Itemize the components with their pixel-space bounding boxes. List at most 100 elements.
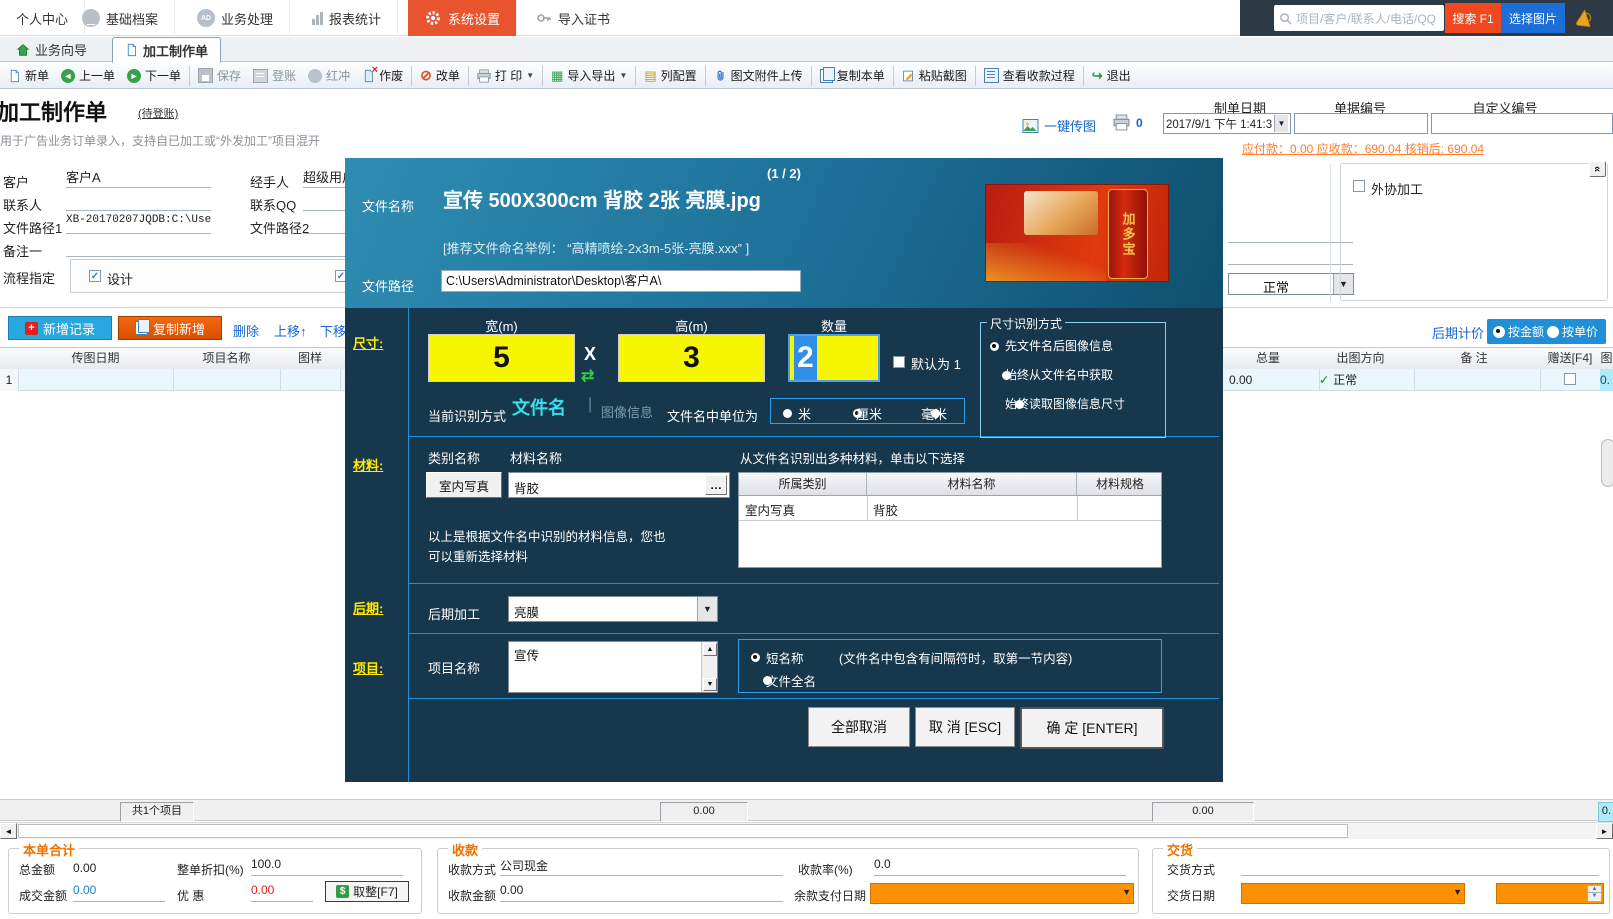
scroll-thumb[interactable] xyxy=(18,824,1348,838)
receipt-rate-field[interactable]: 0.0 xyxy=(874,857,1126,876)
col-remark[interactable]: 备 注 xyxy=(1408,348,1541,369)
save-button[interactable]: 保存 xyxy=(192,63,247,88)
material-table-row[interactable]: 室内写真 背胶 xyxy=(739,496,1161,521)
current-recog-alt[interactable]: 图像信息 xyxy=(601,402,653,421)
cell-picture[interactable] xyxy=(280,369,341,391)
add-record-button[interactable]: + 新增记录 xyxy=(8,316,112,340)
void-button[interactable]: × 作废 xyxy=(356,63,409,88)
spinner-down-icon[interactable]: ▼ xyxy=(1587,892,1602,902)
collapse-button[interactable]: « xyxy=(1589,161,1606,177)
cell-upload-date[interactable] xyxy=(18,369,174,391)
price-by-unit-radio[interactable] xyxy=(1547,326,1559,338)
paste-screenshot-button[interactable]: 粘贴截图 xyxy=(896,63,973,88)
material-input[interactable]: 背胶 … xyxy=(508,472,730,498)
col-project-name[interactable]: 项目名称 xyxy=(173,348,281,369)
col-gift[interactable]: 赠送[F4] xyxy=(1540,348,1601,369)
scroll-right-button[interactable]: ► xyxy=(1596,823,1613,839)
col-upload-date[interactable]: 传图日期 xyxy=(18,348,174,369)
delivery-method-field[interactable] xyxy=(1241,857,1599,876)
modify-order-button[interactable]: ⊘ 改单 xyxy=(414,63,466,88)
delivery-time-spinner[interactable]: ▲ ▼ xyxy=(1496,883,1604,904)
col-picture[interactable]: 图样 xyxy=(280,348,341,369)
scroll-down-icon[interactable]: ▼ xyxy=(703,678,717,691)
print-count[interactable]: 0 xyxy=(1113,114,1143,131)
column-config-button[interactable]: ▤ 列配置 xyxy=(638,63,702,88)
col-output-direction[interactable]: 出图方向 xyxy=(1313,348,1409,369)
scroll-up-icon[interactable]: ▲ xyxy=(703,643,717,656)
cell-extra[interactable]: 0. xyxy=(1600,369,1613,391)
search-button[interactable]: 搜索 F1 xyxy=(1445,3,1501,33)
default-one-checkbox[interactable] xyxy=(893,356,905,368)
project-name-textarea[interactable]: 宣传 ▲ ▼ xyxy=(508,641,718,693)
next-order-button[interactable]: ► 下一单 xyxy=(121,63,187,88)
balance-date-dropdown[interactable]: ▼ xyxy=(870,883,1134,904)
short-name-radio[interactable] xyxy=(751,653,760,662)
red-flush-button[interactable]: 红冲 xyxy=(302,63,356,88)
horn-icon[interactable] xyxy=(1572,5,1598,34)
cell-total-qty[interactable]: 0.00 xyxy=(1223,369,1320,391)
note1-field[interactable] xyxy=(66,237,356,257)
gift-checkbox[interactable] xyxy=(1564,373,1576,385)
print-button[interactable]: 打 印 ▼ xyxy=(471,63,540,88)
col-total-qty[interactable]: 总量 xyxy=(1223,348,1314,369)
mat-col-name[interactable]: 材料名称 xyxy=(867,473,1077,495)
floating-scroll-pill[interactable] xyxy=(1601,439,1613,487)
post-account-button[interactable]: 登账 xyxy=(247,63,302,88)
file-thumbnail[interactable]: 加多宝 xyxy=(985,184,1169,282)
unit-m-radio[interactable] xyxy=(783,409,792,418)
view-payment-button[interactable]: 查看收款过程 xyxy=(978,63,1081,88)
material-picker-button[interactable]: … xyxy=(705,475,727,495)
tab-business-wizard[interactable]: 业务向导 xyxy=(4,37,99,62)
status-dropdown[interactable]: 正常 ▼ xyxy=(1228,273,1354,295)
category-button[interactable]: 室内写真 xyxy=(426,472,502,498)
receipt-amount-field[interactable]: 0.00 xyxy=(500,883,783,902)
cancel-all-button[interactable]: 全部取消 xyxy=(808,707,910,747)
file-path-input[interactable]: C:\Users\Administrator\Desktop\客户A\ xyxy=(441,270,801,292)
menu-import-certificate[interactable]: 导入证书 xyxy=(520,0,626,36)
post-process-dropdown[interactable]: 亮膜 ▼ xyxy=(508,596,718,622)
menu-system-settings[interactable]: 系统设置 xyxy=(408,0,517,36)
deal-amount-field[interactable]: 0.00 xyxy=(73,883,165,902)
one-key-send-button[interactable]: 一键传图 xyxy=(1022,116,1096,135)
outsource-checkbox[interactable] xyxy=(1353,180,1365,192)
right-field-2[interactable] xyxy=(1228,264,1353,265)
mat-col-category[interactable]: 所属类别 xyxy=(739,473,867,495)
exit-button[interactable]: ↪ 退出 xyxy=(1086,63,1137,88)
path1-field[interactable]: XB-20170207JQDB:C:\Users xyxy=(66,214,211,234)
col-rownum[interactable] xyxy=(0,348,19,369)
off-field[interactable]: 0.00 xyxy=(251,883,313,902)
mat-col-spec[interactable]: 材料规格 xyxy=(1077,473,1163,495)
delete-link[interactable]: 删除 xyxy=(233,321,259,340)
customer-field[interactable]: 客户A xyxy=(66,167,211,188)
cancel-button[interactable]: 取 消 [ESC] xyxy=(915,707,1015,747)
cell-project-name[interactable] xyxy=(173,369,281,391)
global-search-input[interactable]: 项目/客户/联系人/电话/QQ xyxy=(1274,5,1444,31)
doc-no-input[interactable] xyxy=(1294,113,1428,134)
recog-radio-1[interactable] xyxy=(990,342,999,351)
cell-remark[interactable] xyxy=(1408,369,1541,391)
flow-design-checkbox[interactable]: ✓ xyxy=(89,270,101,282)
h-scrollbar[interactable]: ◄ ► xyxy=(0,822,1613,839)
current-recog-value[interactable]: 文件名 xyxy=(512,394,566,420)
cell-gift[interactable] xyxy=(1540,369,1601,391)
date-input[interactable]: 2017/9/1 下午 1:41:3 ▼ xyxy=(1163,113,1291,134)
copy-add-button[interactable]: 复制新增 xyxy=(118,316,222,340)
custom-no-input[interactable] xyxy=(1431,113,1613,134)
textarea-scrollbar[interactable]: ▲ ▼ xyxy=(701,642,717,692)
qty-input[interactable]: 2 xyxy=(788,334,880,382)
receipt-method-field[interactable]: 公司现金 xyxy=(500,857,783,876)
menu-base-archives[interactable]: 基础档案 xyxy=(66,0,175,36)
height-input[interactable]: 3 xyxy=(618,334,765,382)
swap-icon[interactable]: ⇄ xyxy=(581,366,594,386)
tab-work-order[interactable]: 加工制作单 xyxy=(112,37,221,63)
price-by-amount-radio[interactable] xyxy=(1493,326,1505,338)
new-order-button[interactable]: 新单 xyxy=(2,63,55,88)
move-up-link[interactable]: 上移↑ xyxy=(274,321,307,340)
prev-order-button[interactable]: ◄ 上一单 xyxy=(55,63,121,88)
delivery-date-dropdown[interactable]: ▼ xyxy=(1241,883,1465,904)
cell-output-direction[interactable]: ✓ 正常 xyxy=(1313,369,1415,391)
import-export-button[interactable]: ▦ 导入导出 ▼ xyxy=(545,63,633,88)
ok-button[interactable]: 确 定 [ENTER] xyxy=(1020,707,1164,749)
round-button[interactable]: $ 取整[F7] xyxy=(325,881,409,902)
attachment-upload-button[interactable]: 图文附件上传 xyxy=(708,63,809,88)
